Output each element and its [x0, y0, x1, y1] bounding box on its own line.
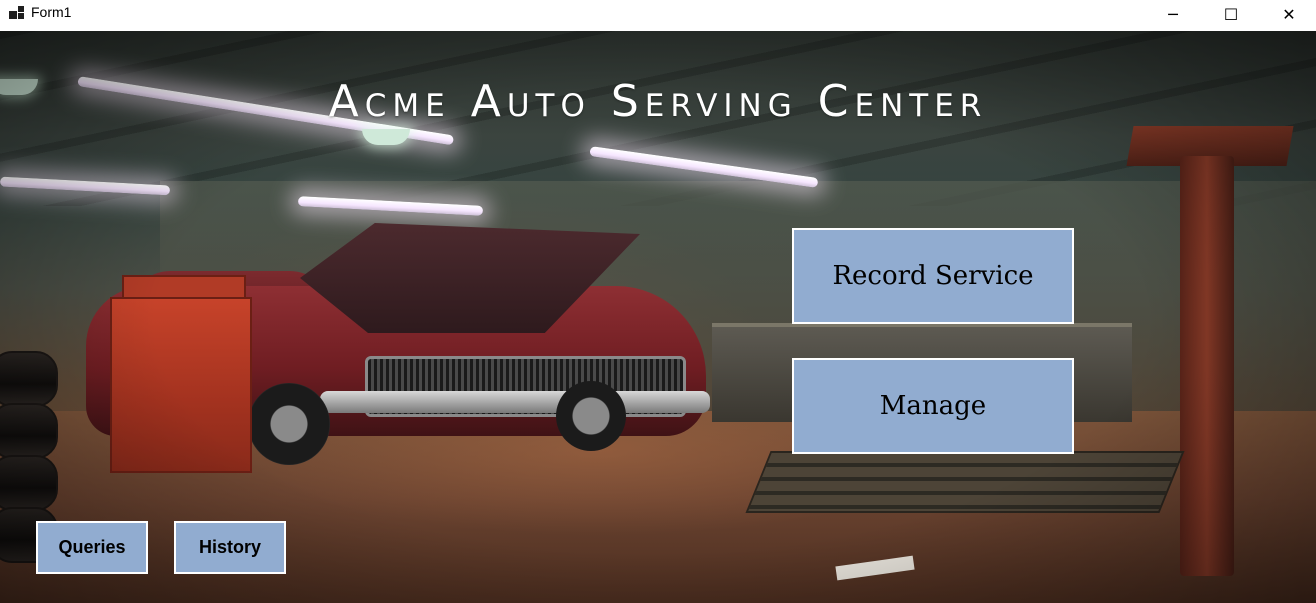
title-bar: Form1 ─ ☐ ✕	[0, 0, 1316, 31]
page-title: Acme Auto Serving Center	[328, 76, 988, 127]
manage-button[interactable]: Manage	[792, 358, 1074, 454]
record-service-button[interactable]: Record Service	[792, 228, 1074, 324]
garage-background-image: Acme Auto Serving Center Record Service …	[0, 31, 1316, 603]
window-title: Form1	[31, 4, 72, 20]
close-button[interactable]: ✕	[1260, 0, 1316, 28]
history-button[interactable]: History	[174, 521, 286, 574]
app-icon	[9, 5, 25, 21]
queries-button[interactable]: Queries	[36, 521, 148, 574]
maximize-button[interactable]: ☐	[1202, 0, 1260, 28]
minimize-button[interactable]: ─	[1144, 0, 1202, 28]
